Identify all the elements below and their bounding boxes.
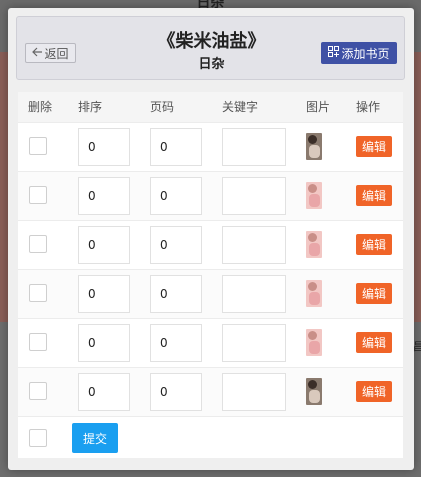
order-input[interactable]: 0 (78, 226, 130, 264)
keyword-input[interactable] (222, 177, 286, 215)
delete-checkbox[interactable] (29, 382, 47, 400)
book-category: 日杂 (198, 57, 225, 72)
column-delete: 删除 (28, 100, 53, 114)
keyword-input[interactable] (222, 373, 286, 411)
delete-checkbox[interactable] (29, 284, 47, 302)
select-all-checkbox[interactable] (29, 429, 47, 447)
order-input[interactable]: 0 (78, 373, 130, 411)
back-label: 返回 (44, 46, 69, 61)
dialog-header: 返回 《柴米油盐》 日杂 添加书页 (16, 16, 405, 80)
add-page-button[interactable]: 添加书页 (321, 42, 397, 64)
order-input[interactable]: 0 (78, 128, 130, 166)
keyword-input[interactable] (222, 128, 286, 166)
edit-button[interactable]: 编辑 (356, 381, 392, 402)
column-keyword: 关键字 (222, 100, 259, 114)
delete-checkbox[interactable] (29, 137, 47, 155)
page-number-input[interactable]: 0 (150, 128, 202, 166)
column-image: 图片 (306, 100, 331, 114)
table-row: 0 0 编辑 (18, 122, 403, 171)
keyword-input[interactable] (222, 324, 286, 362)
order-input[interactable]: 0 (78, 177, 130, 215)
page-number-input[interactable]: 0 (150, 275, 202, 313)
page-thumbnail (306, 182, 322, 209)
keyword-input[interactable] (222, 226, 286, 264)
page-thumbnail (306, 378, 322, 405)
add-page-icon (328, 46, 340, 60)
delete-checkbox[interactable] (29, 333, 47, 351)
delete-checkbox[interactable] (29, 235, 47, 253)
table-row: 0 0 编辑 (18, 171, 403, 220)
order-input[interactable]: 0 (78, 275, 130, 313)
table-footer: 提交 (18, 416, 403, 458)
table-row: 0 0 编辑 (18, 318, 403, 367)
edit-button[interactable]: 编辑 (356, 136, 392, 157)
edit-button[interactable]: 编辑 (356, 283, 392, 304)
back-button[interactable]: 返回 (25, 43, 76, 63)
submit-button[interactable]: 提交 (72, 423, 118, 453)
page-number-input[interactable]: 0 (150, 373, 202, 411)
column-page: 页码 (150, 100, 175, 114)
edit-button[interactable]: 编辑 (356, 234, 392, 255)
book-pages-dialog: 返回 《柴米油盐》 日杂 添加书页 删除 排序 页码 关键字 图片 操作 00编… (8, 8, 414, 470)
page-number-input[interactable]: 0 (150, 324, 202, 362)
page-thumbnail (306, 231, 322, 258)
page-thumbnail (306, 329, 322, 356)
delete-checkbox[interactable] (29, 186, 47, 204)
column-order: 排序 (78, 100, 103, 114)
table-header: 删除 排序 页码 关键字 图片 操作 (18, 92, 403, 122)
page-number-input[interactable]: 0 (150, 177, 202, 215)
keyword-input[interactable] (222, 275, 286, 313)
table-row: 0 0 编辑 (18, 269, 403, 318)
edit-button[interactable]: 编辑 (356, 332, 392, 353)
page-thumbnail (306, 133, 322, 160)
page-number-input[interactable]: 0 (150, 226, 202, 264)
add-page-label: 添加书页 (341, 46, 390, 61)
book-title: 《柴米油盐》 (157, 31, 266, 52)
table-row: 0 0 编辑 (18, 367, 403, 416)
edit-button[interactable]: 编辑 (356, 185, 392, 206)
page-thumbnail (306, 280, 322, 307)
pages-table: 删除 排序 页码 关键字 图片 操作 0 0 编辑 0 0 编辑 0 0 编辑 0 0 编辑 0 0 编辑 0… (18, 92, 403, 458)
arrow-left-icon (32, 46, 43, 61)
column-action: 操作 (356, 100, 381, 114)
table-row: 0 0 编辑 (18, 220, 403, 269)
order-input[interactable]: 0 (78, 324, 130, 362)
background-edge-text: 昌 (413, 340, 421, 353)
